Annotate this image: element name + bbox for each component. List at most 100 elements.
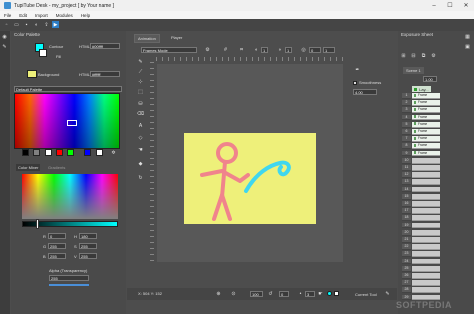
exposure-row[interactable]: 25 xyxy=(402,265,440,272)
frame-cell[interactable] xyxy=(412,165,440,171)
exposure-row[interactable]: 2 Frame xyxy=(402,100,440,106)
quick-color-gray[interactable] xyxy=(33,149,40,156)
center-icon[interactable]: ⊕ xyxy=(215,290,222,297)
menu-file[interactable]: File xyxy=(4,13,11,18)
layer-header[interactable]: Lay... xyxy=(412,86,431,92)
rotation-field[interactable]: 0 xyxy=(279,291,289,297)
layer-spin[interactable]: 1.00 xyxy=(423,76,437,82)
contour-html-field[interactable]: #00ffff xyxy=(90,43,120,49)
drawing-strokes[interactable] xyxy=(184,133,316,224)
quick-color-blue[interactable] xyxy=(84,149,91,156)
tab-scene-1[interactable]: Scene 1 xyxy=(403,67,424,74)
quick-color-red[interactable] xyxy=(56,149,63,156)
frame-cell[interactable]: Frame xyxy=(412,150,440,157)
exposure-row[interactable]: 8 Frame xyxy=(402,143,440,150)
frame-cell[interactable] xyxy=(412,186,440,193)
exposure-row[interactable]: 5 Frame xyxy=(402,121,440,128)
layer-visible-checkbox[interactable] xyxy=(414,87,417,91)
opacity-field[interactable]: 0 xyxy=(309,47,321,53)
pen-side-icon[interactable]: ✎ xyxy=(1,43,8,50)
frame-cell[interactable]: Frame xyxy=(412,114,440,121)
smoothness-checkbox[interactable] xyxy=(353,81,357,85)
quick-color-green[interactable] xyxy=(67,149,74,156)
nodes-icon[interactable]: ⊹ xyxy=(137,78,144,85)
mode-select[interactable]: Frames Mode xyxy=(141,47,197,53)
frame-cell[interactable] xyxy=(412,222,440,229)
copy-frame-icon[interactable]: ⧉ xyxy=(420,52,427,59)
value-bar-handle[interactable] xyxy=(36,219,39,229)
exposure-row[interactable]: 19 xyxy=(402,222,440,229)
red-field[interactable]: 0 xyxy=(48,233,66,239)
frame-cell[interactable]: Frame xyxy=(412,143,440,150)
exposure-row[interactable]: 18 xyxy=(402,215,440,222)
alpha-field[interactable]: 255 xyxy=(49,275,89,281)
frame-cell[interactable]: Frame xyxy=(412,100,440,106)
exposure-row[interactable]: 4 Frame xyxy=(402,114,440,121)
exposure-row[interactable]: 11 xyxy=(402,165,440,171)
export-icon[interactable]: ⇪ xyxy=(43,21,50,28)
frame-cell[interactable]: Frame xyxy=(412,107,440,114)
frame-cell[interactable] xyxy=(412,251,440,258)
line-icon[interactable]: ⟋ xyxy=(137,68,144,75)
menu-import[interactable]: Import xyxy=(35,13,48,18)
palette-side-icon[interactable]: ◉ xyxy=(1,33,8,40)
next-frames-icon[interactable]: ◑ xyxy=(276,46,283,53)
frame-cell[interactable] xyxy=(412,208,440,214)
previous-frames-icon[interactable]: ◐ xyxy=(253,46,260,53)
save-icon[interactable]: ▪ xyxy=(23,21,30,28)
opacity-icon[interactable]: ◎ xyxy=(300,46,307,53)
exposure-row[interactable]: 9 Frame xyxy=(402,150,440,157)
tab-color-mixer[interactable]: Color Mixer xyxy=(16,164,41,171)
exposure-row[interactable]: 12 xyxy=(402,172,440,178)
green-field[interactable]: 255 xyxy=(48,243,66,249)
menu-help[interactable]: Help xyxy=(81,13,90,18)
exposure-side-icon[interactable]: ▦ xyxy=(464,33,471,40)
exposure-row[interactable]: 6 Frame xyxy=(402,129,440,135)
select-icon[interactable]: ⬚ xyxy=(137,88,144,95)
menu-modules[interactable]: Modules xyxy=(56,13,73,18)
exposure-row[interactable]: 20 xyxy=(402,229,440,236)
frame-cell[interactable] xyxy=(412,179,440,186)
quick-color-transparent[interactable] xyxy=(96,149,103,156)
alpha-slider[interactable] xyxy=(49,284,89,286)
minimize-button[interactable]: – xyxy=(426,0,442,11)
blue-field[interactable]: 255 xyxy=(48,253,66,259)
exposure-row[interactable]: 14 xyxy=(402,186,440,193)
hue-field[interactable]: 180 xyxy=(79,233,97,239)
shapes-icon[interactable]: ◇ xyxy=(137,134,144,141)
remove-frame-icon[interactable]: ⊟ xyxy=(410,52,417,59)
fill-swatch[interactable] xyxy=(39,49,47,57)
previous-frames-field[interactable]: 1 xyxy=(261,47,268,53)
saturation-field[interactable]: 255 xyxy=(79,243,97,249)
exposure-row[interactable]: 21 xyxy=(402,237,440,243)
quick-color-white[interactable] xyxy=(45,149,52,156)
frame-cell[interactable] xyxy=(412,273,440,279)
rotate-icon[interactable]: ↺ xyxy=(267,290,274,297)
frame-cell[interactable] xyxy=(412,157,440,164)
zoom-field[interactable]: 1 xyxy=(323,47,335,53)
color-spectrum[interactable] xyxy=(22,174,118,219)
frame-cell[interactable] xyxy=(412,172,440,178)
frame-cell[interactable] xyxy=(412,287,440,294)
exposure-row[interactable]: 3 Frame xyxy=(402,107,440,114)
pencil-icon[interactable]: ✎ xyxy=(137,58,144,65)
hand-icon[interactable]: ☚ xyxy=(137,146,144,153)
object-icon[interactable]: ◆ xyxy=(137,160,144,167)
frame-cell[interactable] xyxy=(412,244,440,250)
frame-cell[interactable] xyxy=(412,280,440,286)
frame-cell[interactable]: Frame xyxy=(412,136,440,142)
next-frames-field[interactable]: 1 xyxy=(285,47,292,53)
frame-cell[interactable] xyxy=(412,215,440,222)
exposure-row[interactable]: 10 xyxy=(402,157,440,164)
smoothness-field[interactable]: 4.00 xyxy=(353,89,377,95)
tween-icon[interactable]: ↻ xyxy=(137,174,144,181)
exposure-row[interactable]: 17 xyxy=(402,208,440,214)
background-html-field[interactable]: #ffffff xyxy=(90,71,120,77)
maximize-button[interactable]: ☐ xyxy=(442,0,458,11)
exposure-row[interactable]: 15 xyxy=(402,193,440,200)
exposure-row[interactable]: 22 xyxy=(402,244,440,250)
pen-size-icon[interactable]: • xyxy=(297,290,304,297)
close-button[interactable]: ✕ xyxy=(458,0,474,11)
zoom-icon[interactable]: ⊙ xyxy=(230,290,237,297)
frame-settings-icon[interactable]: ⚙ xyxy=(430,52,437,59)
